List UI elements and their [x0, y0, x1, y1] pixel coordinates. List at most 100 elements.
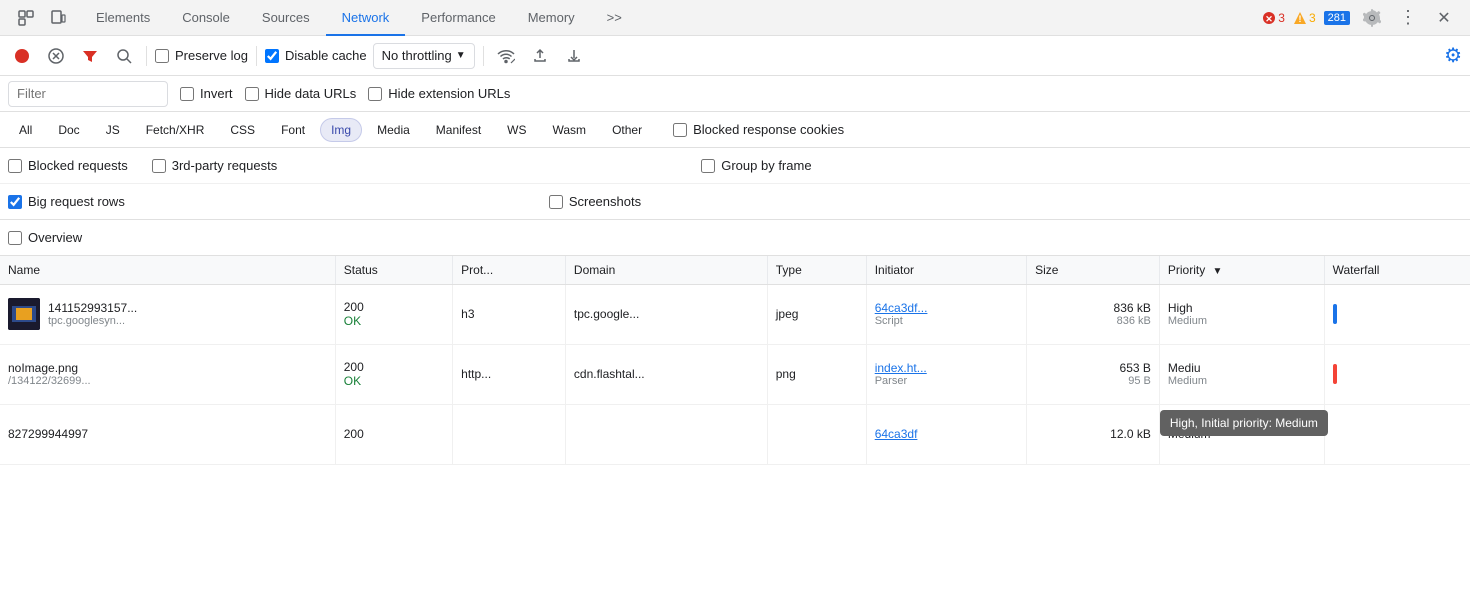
overview-label[interactable]: Overview	[8, 230, 82, 245]
table-header-row: Name Status Prot... Domain Type Initiato…	[0, 256, 1470, 284]
cell-protocol: h3	[453, 284, 566, 344]
cell-initiator: 64ca3df... Script	[866, 284, 1026, 344]
more-icon[interactable]: ⋮	[1394, 4, 1422, 32]
tab-bar-right: ✕ 3 ! 3 281 ⋮ ✕	[1262, 4, 1466, 32]
cell-status: 200 OK	[335, 344, 452, 404]
type-doc[interactable]: Doc	[47, 118, 90, 142]
svg-text:!: !	[1298, 14, 1301, 24]
col-domain[interactable]: Domain	[565, 256, 767, 284]
cell-domain: cdn.flashtal...	[565, 344, 767, 404]
group-by-frame-label[interactable]: Group by frame	[701, 158, 811, 173]
stop-recording-button[interactable]	[8, 42, 36, 70]
type-media[interactable]: Media	[366, 118, 421, 142]
throttle-arrow: ▼	[456, 50, 466, 61]
cell-priority: High Medium	[1159, 284, 1324, 344]
cell-name[interactable]: 141152993157... tpc.googlesyn...	[0, 284, 335, 344]
type-manifest[interactable]: Manifest	[425, 118, 492, 142]
col-name[interactable]: Name	[0, 256, 335, 284]
tab-memory[interactable]: Memory	[512, 0, 591, 36]
download-icon[interactable]	[560, 42, 588, 70]
tab-sources[interactable]: Sources	[246, 0, 326, 36]
hide-data-label[interactable]: Hide data URLs	[245, 86, 357, 101]
close-icon[interactable]: ✕	[1430, 4, 1458, 32]
cell-name[interactable]: noImage.png /134122/32699...	[0, 344, 335, 404]
table-row: 141152993157... tpc.googlesyn... 200 OK …	[0, 284, 1470, 344]
cell-initiator: 64ca3df	[866, 404, 1026, 464]
big-rows-label[interactable]: Big request rows	[8, 194, 125, 209]
blocked-requests-checkbox[interactable]	[8, 159, 22, 173]
preserve-log-checkbox[interactable]	[155, 49, 169, 63]
preserve-log-label[interactable]: Preserve log	[155, 48, 248, 63]
group-by-frame-checkbox[interactable]	[701, 159, 715, 173]
hide-ext-label[interactable]: Hide extension URLs	[368, 86, 510, 101]
col-type[interactable]: Type	[767, 256, 866, 284]
tab-performance[interactable]: Performance	[405, 0, 511, 36]
priority-sort-arrow: ▼	[1213, 266, 1223, 277]
cell-size: 653 B 95 B	[1027, 344, 1160, 404]
options-row-2: Big request rows Screenshots	[0, 184, 1470, 220]
type-js[interactable]: JS	[95, 118, 131, 142]
network-toolbar: Preserve log Disable cache No throttling…	[0, 36, 1470, 76]
type-ws[interactable]: WS	[496, 118, 537, 142]
col-protocol[interactable]: Prot...	[453, 256, 566, 284]
cell-type	[767, 404, 866, 464]
col-status[interactable]: Status	[335, 256, 452, 284]
type-wasm[interactable]: Wasm	[542, 118, 598, 142]
device-icon[interactable]	[44, 4, 72, 32]
cell-name[interactable]: 827299944997	[0, 404, 335, 464]
table-row: noImage.png /134122/32699... 200 OK http…	[0, 344, 1470, 404]
throttle-select[interactable]: No throttling ▼	[373, 43, 475, 69]
thumbnail	[8, 298, 40, 330]
type-font[interactable]: Font	[270, 118, 316, 142]
cell-protocol	[453, 404, 566, 464]
disable-cache-checkbox[interactable]	[265, 49, 279, 63]
blocked-cookies-checkbox[interactable]	[673, 123, 687, 137]
type-all[interactable]: All	[8, 118, 43, 142]
clear-button[interactable]	[42, 42, 70, 70]
tab-more[interactable]: >>	[591, 0, 638, 36]
file-path: tpc.googlesyn...	[48, 315, 137, 327]
type-fetch-xhr[interactable]: Fetch/XHR	[135, 118, 216, 142]
tab-network[interactable]: Network	[326, 0, 406, 36]
third-party-checkbox[interactable]	[152, 159, 166, 173]
col-priority[interactable]: Priority ▼	[1159, 256, 1324, 284]
hide-data-checkbox[interactable]	[245, 87, 259, 101]
cell-size: 836 kB 836 kB	[1027, 284, 1160, 344]
cell-type: png	[767, 344, 866, 404]
overview-checkbox[interactable]	[8, 231, 22, 245]
network-table: Name Status Prot... Domain Type Initiato…	[0, 256, 1470, 465]
settings-gear-icon[interactable]: ⚙	[1444, 43, 1462, 68]
pointer-icon[interactable]	[12, 4, 40, 32]
upload-icon[interactable]	[526, 42, 554, 70]
blocked-cookies-label[interactable]: Blocked response cookies	[673, 122, 844, 137]
col-waterfall[interactable]: Waterfall	[1324, 256, 1470, 284]
type-css[interactable]: CSS	[219, 118, 266, 142]
invert-checkbox[interactable]	[180, 87, 194, 101]
tab-console[interactable]: Console	[166, 0, 246, 36]
blocked-requests-label[interactable]: Blocked requests	[8, 158, 128, 173]
col-size[interactable]: Size	[1027, 256, 1160, 284]
col-initiator[interactable]: Initiator	[866, 256, 1026, 284]
screenshots-checkbox[interactable]	[549, 195, 563, 209]
cell-waterfall	[1324, 344, 1470, 404]
type-img[interactable]: Img	[320, 118, 362, 142]
hide-ext-checkbox[interactable]	[368, 87, 382, 101]
big-rows-checkbox[interactable]	[8, 195, 22, 209]
disable-cache-label[interactable]: Disable cache	[265, 48, 367, 63]
wifi-icon[interactable]	[492, 42, 520, 70]
settings-icon[interactable]	[1358, 4, 1386, 32]
third-party-label[interactable]: 3rd-party requests	[152, 158, 278, 173]
warning-badge: ! 3	[1293, 11, 1316, 25]
type-other[interactable]: Other	[601, 118, 653, 142]
screenshots-label[interactable]: Screenshots	[549, 194, 641, 209]
cell-domain: tpc.google...	[565, 284, 767, 344]
tab-elements[interactable]: Elements	[80, 0, 166, 36]
error-badge: ✕ 3	[1262, 11, 1285, 25]
invert-label[interactable]: Invert	[180, 86, 233, 101]
filter-input[interactable]	[8, 81, 168, 107]
devtools-icons	[4, 4, 80, 32]
type-filters-row: All Doc JS Fetch/XHR CSS Font Img Media …	[0, 112, 1470, 148]
search-button[interactable]	[110, 42, 138, 70]
waterfall-bar	[1333, 304, 1337, 324]
filter-button[interactable]	[76, 42, 104, 70]
